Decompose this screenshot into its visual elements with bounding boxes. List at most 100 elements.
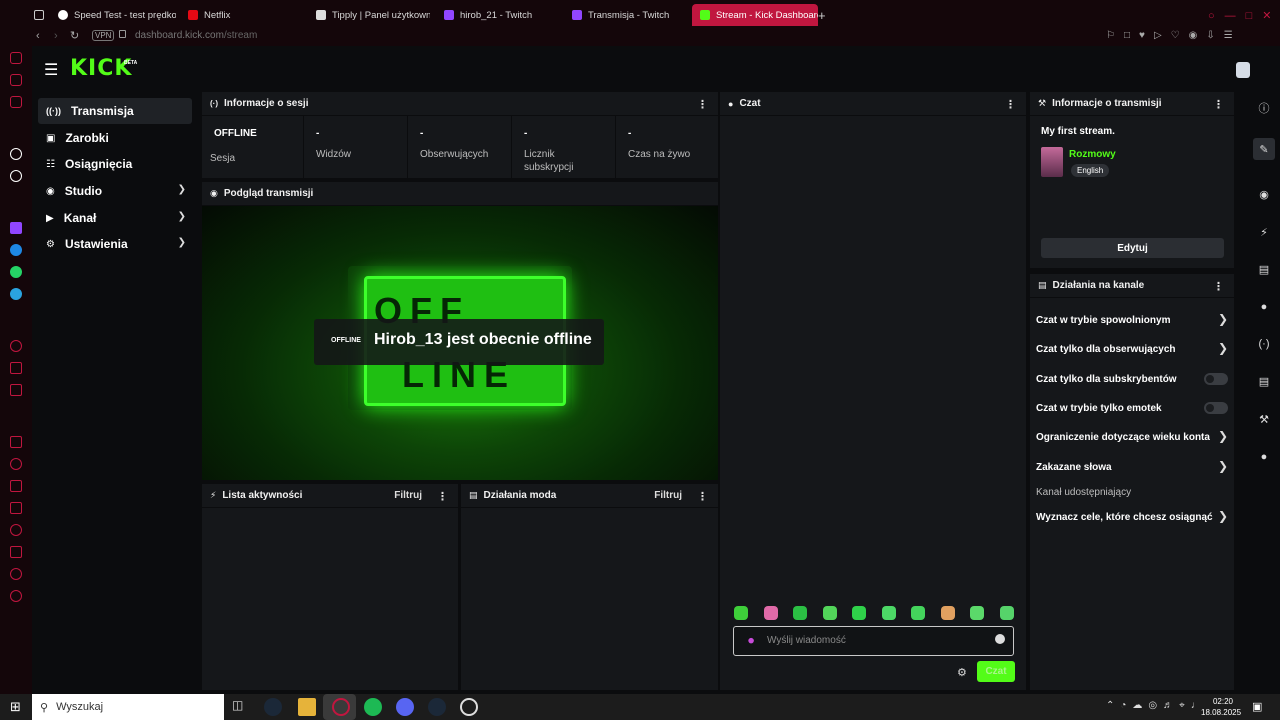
steam-icon[interactable] xyxy=(264,698,282,716)
apps-icon[interactable] xyxy=(10,436,22,448)
wallet-icon[interactable] xyxy=(10,74,22,86)
chat-icon[interactable]: ● xyxy=(1256,299,1272,315)
nav-ustawienia[interactable]: ⚙ Ustawienia ❯ xyxy=(38,231,192,257)
tab-twitch-transmisja[interactable]: Transmisja - Twitch xyxy=(564,4,688,26)
action-followers-only[interactable]: Czat tylko dla obserwujących ❯ xyxy=(1036,339,1228,359)
whatsapp-icon[interactable] xyxy=(10,266,22,278)
history-icon[interactable] xyxy=(10,52,22,64)
action-banned-words[interactable]: Zakazane słowa ❯ xyxy=(1036,457,1228,477)
file-explorer-icon[interactable] xyxy=(298,698,316,716)
broadcast-icon: ((·)) xyxy=(46,106,61,116)
clock-time: 02:20 xyxy=(1212,697,1234,706)
avatar[interactable] xyxy=(1236,62,1250,78)
more-icon[interactable]: ⋮ xyxy=(1005,98,1016,111)
window-controls[interactable]: ○—□✕ xyxy=(1200,4,1280,26)
obs-icon[interactable] xyxy=(460,698,478,716)
more-icon[interactable]: ⋮ xyxy=(697,98,708,111)
telegram-icon[interactable] xyxy=(10,288,22,300)
aria-icon[interactable] xyxy=(10,148,22,160)
url-field[interactable]: dashboard.kick.com/stream xyxy=(135,30,257,41)
steam-alt-icon[interactable] xyxy=(428,698,446,716)
media-icon[interactable] xyxy=(10,96,22,108)
spotify-icon[interactable] xyxy=(364,698,382,716)
category-link[interactable]: Rozmowy xyxy=(1069,149,1116,160)
action-account-age[interactable]: Ograniczenie dotyczące wieku konta ❯ xyxy=(1036,427,1228,447)
chatgpt-icon[interactable] xyxy=(10,170,22,182)
nav-zarobki[interactable]: ▣ Zarobki xyxy=(38,125,192,151)
chat-icon: ● xyxy=(728,98,734,109)
download-icon[interactable] xyxy=(10,546,22,558)
windows-start-icon[interactable]: ⊞ xyxy=(10,699,21,715)
emoji-icon[interactable] xyxy=(995,634,1005,644)
action-goals[interactable]: Wyznacz cele, które chcesz osiągnąć ❯ xyxy=(1036,507,1228,527)
more-icon[interactable]: ⋮ xyxy=(1213,98,1224,111)
nav-kanal[interactable]: ▶ Kanał ❯ xyxy=(38,205,192,231)
emote-only-toggle[interactable] xyxy=(1204,402,1228,414)
activity-filter-button[interactable]: Filtruj xyxy=(394,490,422,501)
broadcast-icon[interactable]: (·) xyxy=(1256,336,1272,352)
emote-icon[interactable] xyxy=(911,606,925,620)
player-icon[interactable] xyxy=(10,340,22,352)
emote-icon[interactable] xyxy=(793,606,807,620)
nav-transmisja[interactable]: ((·)) Transmisja xyxy=(38,98,192,124)
system-tray-icons[interactable]: ⌃◔☁◎♬⌖♩ xyxy=(1106,700,1207,711)
nav-studio[interactable]: ◉ Studio ❯ xyxy=(38,178,192,204)
notifications-icon[interactable]: ▣ xyxy=(1252,700,1262,713)
chevron-right-icon: ❯ xyxy=(1217,429,1228,443)
sliders-icon[interactable]: ▤ xyxy=(1256,373,1272,389)
edit-button[interactable]: Edytuj xyxy=(1041,238,1224,258)
emote-icon[interactable] xyxy=(970,606,984,620)
more-icon[interactable]: ⋮ xyxy=(1213,280,1224,293)
extensions-icon[interactable] xyxy=(10,568,22,580)
chat-settings-icon[interactable]: ⚙ xyxy=(957,666,967,679)
taskbar-search[interactable]: ⚲ Wyszukaj xyxy=(32,694,224,720)
list-icon[interactable]: ▤ xyxy=(1256,261,1272,277)
puzzle-icon[interactable]: ● xyxy=(1256,449,1272,465)
reload-icon[interactable]: ↻ xyxy=(70,29,79,42)
settings-icon[interactable] xyxy=(10,590,22,602)
forward-icon[interactable]: › xyxy=(54,30,58,42)
send-chat-button[interactable]: Czat xyxy=(977,661,1015,682)
task-view-icon[interactable]: ◫ xyxy=(232,698,250,716)
tab-netflix[interactable]: Netflix xyxy=(180,4,300,26)
info-icon[interactable]: ⓘ xyxy=(1256,100,1272,116)
new-tab-button[interactable]: + xyxy=(818,4,836,26)
action-slow-mode[interactable]: Czat w trybie spowolnionym ❯ xyxy=(1036,310,1228,330)
edit-icon[interactable]: ✎ xyxy=(1253,138,1275,160)
snapshot-icon[interactable] xyxy=(10,384,22,396)
subscribers-only-toggle[interactable] xyxy=(1204,373,1228,385)
heart-icon[interactable] xyxy=(10,458,22,470)
wrench-icon[interactable]: ⚒ xyxy=(1256,411,1272,427)
emote-icon[interactable] xyxy=(852,606,866,620)
more-icon[interactable]: ⋮ xyxy=(437,490,448,503)
clock-icon[interactable] xyxy=(10,524,22,536)
send-icon[interactable] xyxy=(10,362,22,374)
discord-icon[interactable] xyxy=(396,698,414,716)
back-icon[interactable]: ‹ xyxy=(36,30,40,42)
camera-icon[interactable]: ◉ xyxy=(1256,186,1272,202)
mod-filter-button[interactable]: Filtruj xyxy=(654,490,682,501)
pin-icon[interactable] xyxy=(10,502,22,514)
twitch-icon[interactable] xyxy=(10,222,22,234)
emote-icon[interactable] xyxy=(734,606,748,620)
tab-twitch-hirob[interactable]: hirob_21 - Twitch xyxy=(436,4,560,26)
emote-icon[interactable] xyxy=(940,606,955,620)
emote-icon[interactable] xyxy=(881,606,896,620)
tab-speedtest[interactable]: Speed Test - test prędkos xyxy=(50,4,176,26)
opera-icon[interactable] xyxy=(332,698,350,716)
emote-icon[interactable] xyxy=(763,606,778,620)
bolt-icon[interactable]: ⚡ xyxy=(1256,224,1272,240)
emote-icon[interactable] xyxy=(999,606,1014,620)
messenger-icon[interactable] xyxy=(10,244,22,256)
menu-icon[interactable]: ☰ xyxy=(44,60,58,80)
tab-tipply[interactable]: Tipply | Panel użytkowni xyxy=(308,4,430,26)
nav-osiagniecia[interactable]: ☷ Osiągnięcia xyxy=(38,151,192,177)
emote-icon[interactable] xyxy=(822,606,837,620)
more-icon[interactable]: ⋮ xyxy=(697,490,708,503)
vpn-badge[interactable]: VPN xyxy=(92,30,115,41)
microphone-icon[interactable]: ⚫ xyxy=(746,634,756,648)
toolbar-icons[interactable]: ⚐□♥▷♡◉⇩☰ xyxy=(1106,30,1242,41)
notes-icon[interactable] xyxy=(10,480,22,492)
tab-kick-dashboard[interactable]: Stream - Kick Dashboard xyxy=(692,4,818,26)
chat-input[interactable]: ⚫ Wyślij wiadomość xyxy=(733,626,1014,656)
